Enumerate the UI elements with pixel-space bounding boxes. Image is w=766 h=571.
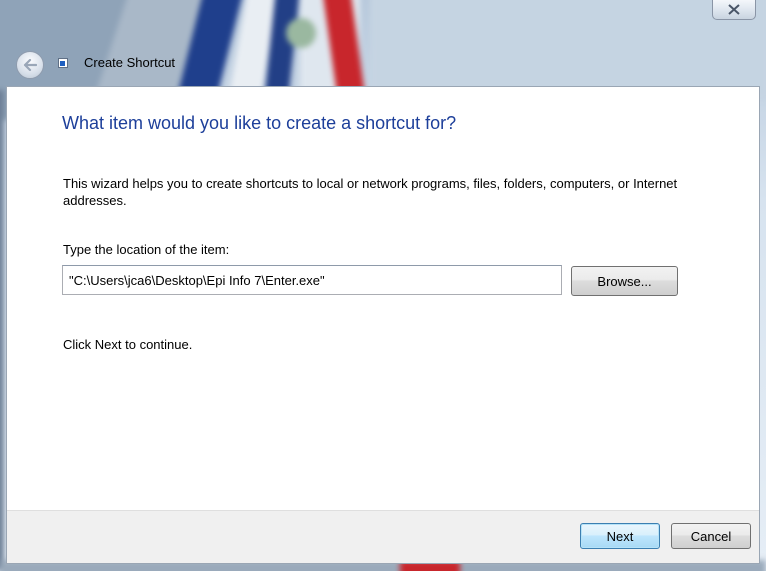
close-button[interactable]	[712, 0, 756, 20]
back-button[interactable]	[16, 51, 44, 79]
location-label: Type the location of the item:	[63, 242, 230, 257]
continue-instruction: Click Next to continue.	[63, 337, 193, 352]
window-title: Create Shortcut	[84, 55, 176, 70]
back-arrow-icon	[23, 59, 37, 71]
wizard-page: What item would you like to create a sho…	[6, 86, 760, 564]
next-button[interactable]: Next	[580, 523, 660, 549]
close-x-icon	[728, 4, 740, 15]
cancel-button[interactable]: Cancel	[671, 523, 751, 549]
shortcut-icon	[58, 58, 68, 68]
wizard-footer: Next Cancel	[7, 510, 759, 563]
location-input[interactable]	[62, 265, 562, 295]
window-frame: Create Shortcut What item would you like…	[0, 0, 766, 571]
browse-button[interactable]: Browse...	[571, 266, 678, 296]
wizard-heading: What item would you like to create a sho…	[62, 113, 457, 133]
wizard-description: This wizard helps you to create shortcut…	[63, 176, 678, 208]
